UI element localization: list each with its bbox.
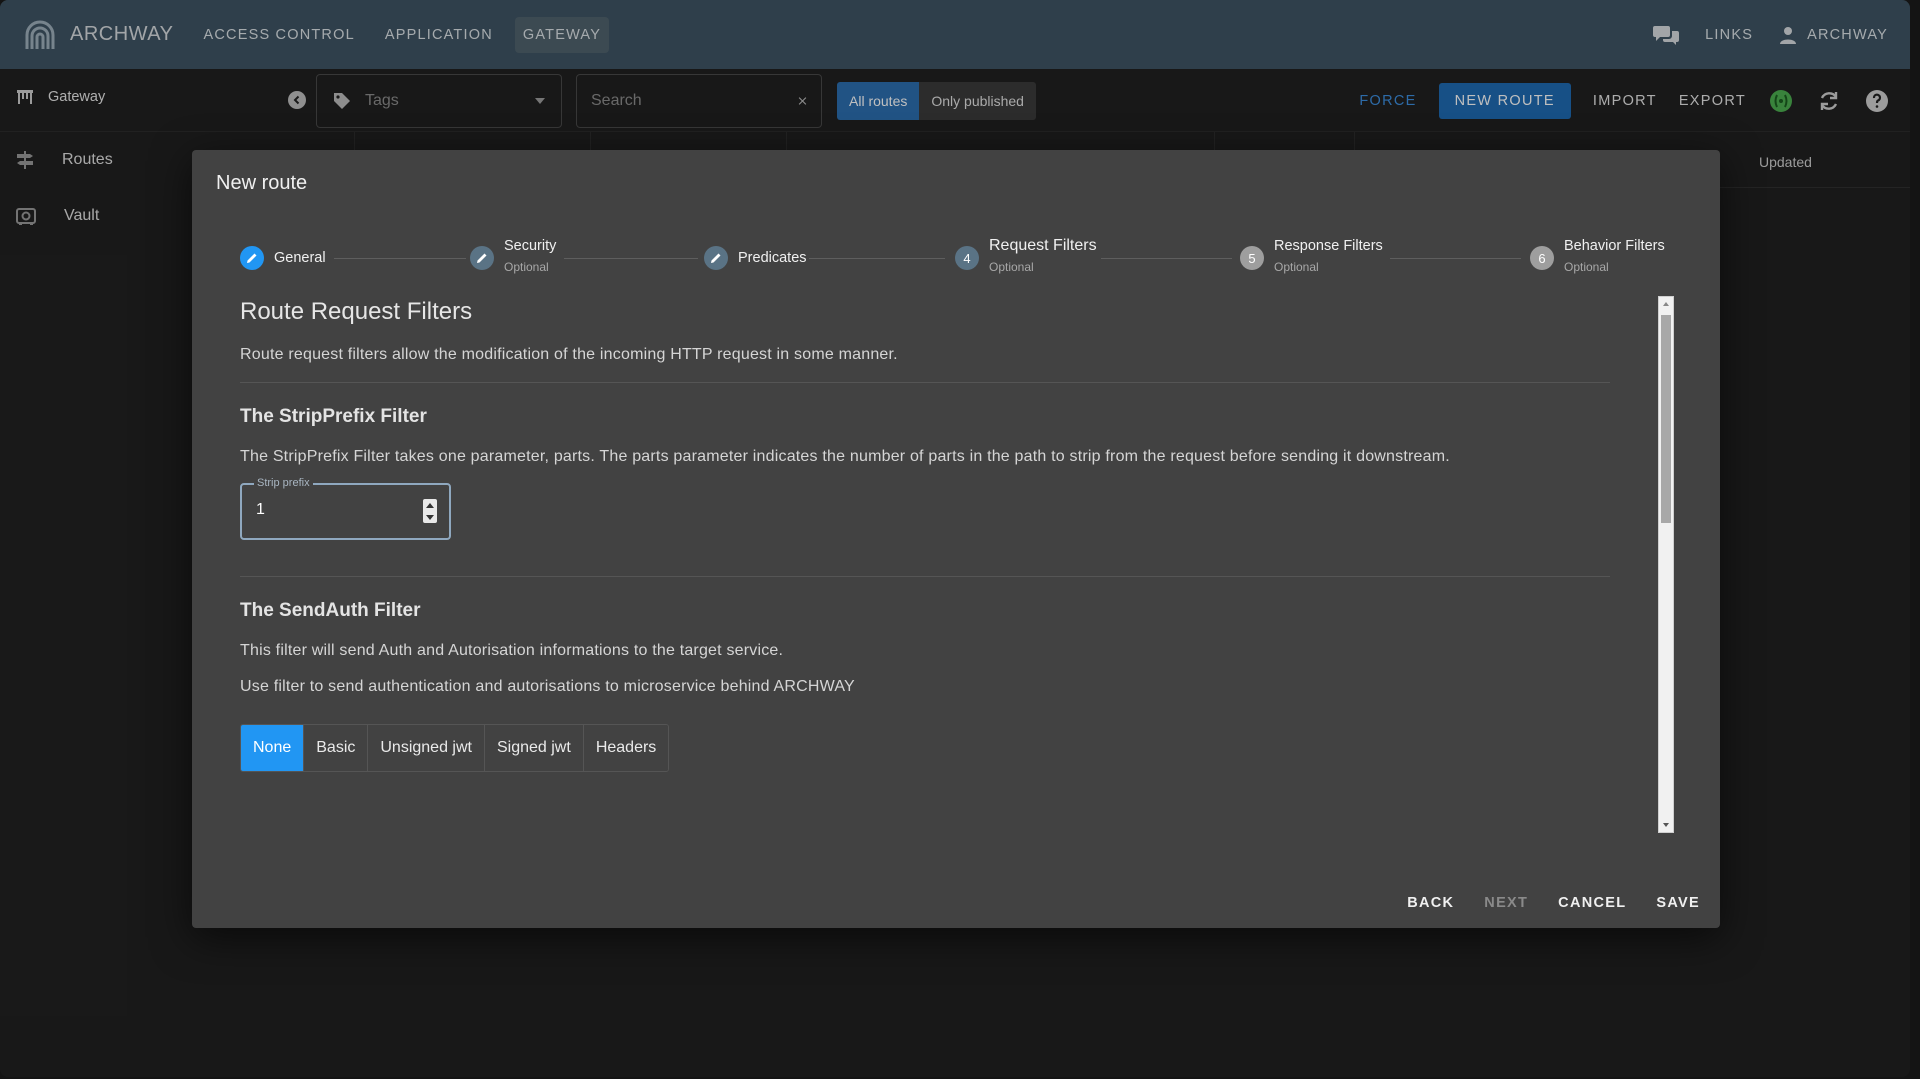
strip-prefix-label: Strip prefix (254, 477, 313, 489)
step-predicates[interactable]: Predicates (704, 236, 807, 270)
save-button[interactable]: SAVE (1656, 895, 1700, 911)
scrollbar-thumb[interactable] (1661, 315, 1671, 523)
step-number: 5 (1240, 246, 1264, 270)
section-title: Route Request Filters (240, 298, 473, 325)
step-label: Predicates (738, 250, 807, 266)
content-scrollbar[interactable] (1658, 296, 1674, 833)
step-label: Response Filters (1274, 238, 1383, 254)
strip-prefix-description: The StripPrefix Filter takes one paramet… (240, 448, 1450, 465)
back-button[interactable]: BACK (1407, 895, 1454, 911)
step-label: Request Filters (989, 237, 1097, 254)
step-connector (564, 258, 698, 259)
step-connector (1101, 258, 1232, 259)
strip-prefix-field[interactable]: Strip prefix (240, 477, 451, 540)
strip-prefix-title: The StripPrefix Filter (240, 406, 427, 427)
step-request-filters[interactable]: 4 Request Filters Optional (955, 236, 1097, 274)
sendauth-description-1: This filter will send Auth and Autorisat… (240, 642, 784, 659)
step-general[interactable]: General (240, 236, 326, 270)
step-label: General (274, 250, 326, 266)
section-description: Route request filters allow the modifica… (240, 346, 898, 363)
next-button[interactable]: NEXT (1484, 895, 1528, 911)
step-response-filters[interactable]: 5 Response Filters Optional (1240, 236, 1383, 274)
sendauth-type-selector: None Basic Unsigned jwt Signed jwt Heade… (240, 724, 670, 772)
step-number: 6 (1530, 246, 1554, 270)
step-label: Security (504, 238, 557, 254)
auth-option-headers[interactable]: Headers (583, 725, 669, 771)
auth-option-basic[interactable]: Basic (304, 725, 369, 771)
strip-prefix-input[interactable] (256, 501, 406, 519)
step-label: Behavior Filters (1564, 238, 1665, 254)
step-connector (1390, 258, 1521, 259)
auth-option-unsigned-jwt[interactable]: Unsigned jwt (368, 725, 485, 771)
cancel-button[interactable]: CANCEL (1558, 895, 1626, 911)
scroll-down-icon[interactable] (1663, 823, 1669, 827)
auth-option-none[interactable]: None (241, 725, 305, 771)
number-stepper[interactable] (423, 499, 437, 523)
edit-icon (240, 246, 264, 270)
step-optional: Optional (1564, 260, 1609, 274)
divider (240, 382, 1610, 383)
step-connector (334, 258, 466, 259)
stepper-down-icon[interactable] (426, 514, 434, 520)
dialog-title: New route (216, 172, 308, 194)
dialog-content: Route Request Filters Route request filt… (240, 290, 1614, 835)
dialog-actions: BACK NEXT CANCEL SAVE (1407, 895, 1700, 911)
edit-icon (704, 246, 728, 270)
step-connector (809, 258, 945, 259)
stepper: General Security Optional Predicates 4 R… (240, 236, 1672, 280)
step-optional: Optional (989, 260, 1034, 274)
new-route-dialog: New route General Security Optional Pred… (192, 150, 1720, 928)
scroll-up-icon[interactable] (1663, 302, 1669, 306)
divider (240, 576, 1610, 577)
step-optional: Optional (1274, 260, 1319, 274)
sendauth-description-2: Use filter to send authentication and au… (240, 678, 855, 695)
sendauth-title: The SendAuth Filter (240, 600, 421, 621)
app-frame: ARCHWAY ACCESS CONTROL APPLICATION GATEW… (0, 0, 1910, 1077)
edit-icon (470, 246, 494, 270)
stepper-up-icon[interactable] (426, 502, 434, 508)
step-number: 4 (955, 246, 979, 270)
step-behavior-filters[interactable]: 6 Behavior Filters Optional (1530, 236, 1665, 274)
step-optional: Optional (504, 260, 549, 274)
step-security[interactable]: Security Optional (470, 236, 556, 274)
auth-option-signed-jwt[interactable]: Signed jwt (484, 725, 584, 771)
